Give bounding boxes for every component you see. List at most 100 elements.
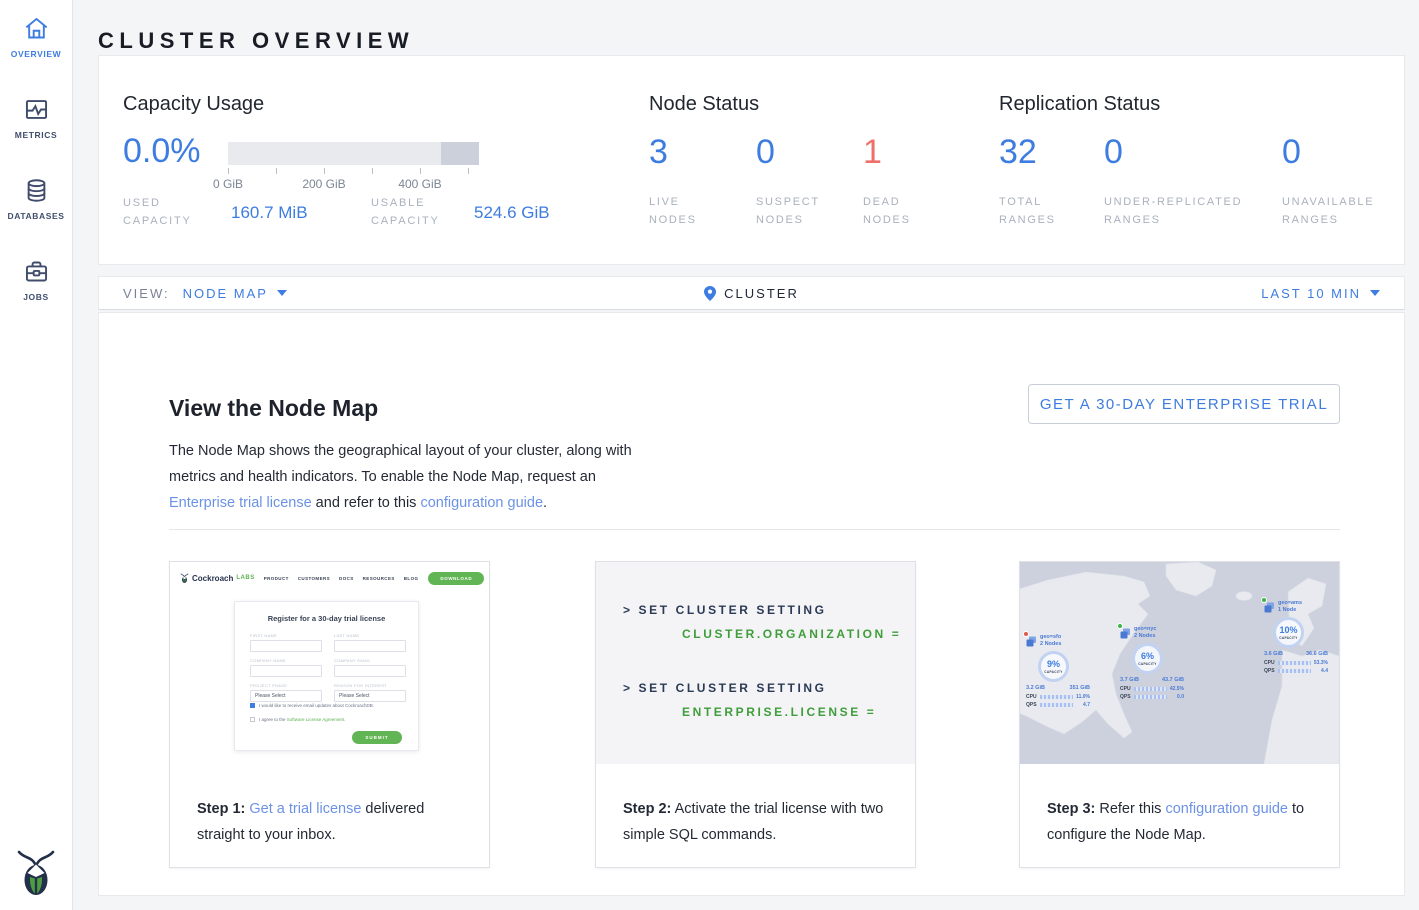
preview-nav-item: CUSTOMERS [298, 576, 330, 581]
capacity-range-row: 3.2 GiB351 GiB [1026, 685, 1090, 691]
sidebar-item-jobs[interactable]: JOBS [0, 243, 72, 324]
stat-value: 0 [1104, 132, 1242, 172]
preview-brand-suffix: LABS [236, 575, 254, 581]
configuration-guide-link[interactable]: configuration guide [420, 495, 543, 511]
sql-code-preview: > SET CLUSTER SETTING CLUSTER.ORGANIZATI… [596, 562, 915, 764]
preview-nav-item: DOCS [339, 576, 354, 581]
locality-name: geo=nyc [1134, 626, 1156, 633]
code-line-command: > SET CLUSTER SETTING [623, 603, 827, 617]
configuration-guide-link[interactable]: configuration guide [1165, 801, 1288, 817]
description-text: . [543, 495, 547, 511]
app-root: OVERVIEW METRICS DATABASES JO [0, 0, 1419, 910]
capacity-range-row: 3.7 GiB43.7 GiB [1120, 677, 1184, 683]
stat-unavailable-ranges: 0 UNAVAILABLE RANGES [1282, 132, 1374, 229]
step-3-caption: Step 3: Refer this configuration guide t… [1020, 764, 1339, 848]
locality-node-count: 2 Nodes [1134, 633, 1156, 639]
preview-checkbox-row: I would like to receive email updates ab… [250, 703, 374, 708]
enterprise-trial-button[interactable]: GET A 30-DAY ENTERPRISE TRIAL [1028, 384, 1340, 424]
sidebar-item-label: DATABASES [7, 211, 64, 221]
preview-text-input [250, 640, 322, 652]
usable-capacity-label: USABLE CAPACITY [371, 194, 440, 230]
node-status-title: Node Status [649, 93, 759, 116]
locality-name: geo=ams [1278, 600, 1302, 607]
chevron-down-icon [1370, 290, 1380, 296]
divider [169, 529, 1340, 530]
stat-label: LIVE NODES [649, 193, 697, 229]
stat-label: SUSPECT NODES [756, 193, 820, 229]
preview-checkbox-label: I agree to the Software License Agreemen… [259, 717, 346, 722]
axis-tick [420, 168, 421, 174]
preview-checkbox-row: I agree to the Software License Agreemen… [250, 717, 346, 722]
preview-field-label: FIRST NAME [250, 633, 322, 638]
axis-tick-label: 0 GiB [213, 177, 243, 191]
node-map-panel: View the Node Map The Node Map shows the… [98, 312, 1405, 896]
axis-tick [324, 168, 325, 174]
replication-status-title: Replication Status [999, 93, 1160, 116]
usable-capacity-value: 524.6 GiB [474, 203, 550, 223]
sidebar-item-databases[interactable]: DATABASES [0, 162, 72, 243]
stat-value: 0 [1282, 132, 1374, 172]
capacity-gauge: 9% CAPACITY [1038, 651, 1069, 682]
stat-label: UNDER-REPLICATED RANGES [1104, 193, 1242, 229]
capacity-gauge: 6% CAPACITY [1132, 643, 1163, 674]
code-line-argument: CLUSTER.ORGANIZATION = [682, 627, 901, 641]
breadcrumb-label: CLUSTER [724, 286, 799, 301]
preview-field-label: REASON FOR INTEREST [334, 683, 406, 688]
time-range-value: LAST 10 MIN [1261, 286, 1361, 301]
axis-tick [276, 168, 277, 174]
map-locality-sfo: geo=sfo2 Nodes 9% CAPACITY 3.2 GiB351 Gi… [1026, 634, 1094, 708]
status-dot-live [1261, 597, 1267, 603]
preview-select-input: Please Select [250, 690, 322, 702]
enterprise-trial-license-link[interactable]: Enterprise trial license [169, 495, 312, 511]
step-card-1: Cockroach LABS PRODUCT CUSTOMERS DOCS RE… [169, 561, 490, 868]
sidebar: OVERVIEW METRICS DATABASES JO [0, 0, 73, 910]
preview-field-label: COMPANY EMAIL [334, 658, 406, 663]
cpu-sparkline [1278, 661, 1311, 665]
capacity-range-row: 3.6 GiB36.6 GiB [1264, 651, 1328, 657]
used-capacity-label: USED CAPACITY [123, 194, 192, 230]
map-locality-ams: geo=ams1 Node 10% CAPACITY 3.6 GiB36.6 G… [1264, 600, 1326, 674]
capacity-bar-tail [441, 142, 479, 165]
qps-row: QPS0.0 [1120, 694, 1184, 700]
cpu-sparkline [1040, 695, 1073, 699]
sidebar-item-label: OVERVIEW [11, 49, 61, 59]
sidebar-item-label: JOBS [23, 292, 49, 302]
axis-tick-label: 200 GiB [302, 177, 345, 191]
preview-field-label: LAST NAME [334, 633, 406, 638]
database-icon [23, 177, 50, 204]
node-map-description: The Node Map shows the geographical layo… [169, 438, 649, 516]
stat-live-nodes: 3 LIVE NODES [649, 132, 697, 229]
get-trial-license-link[interactable]: Get a trial license [249, 801, 361, 817]
cockroach-logo [0, 850, 72, 898]
preview-select-input: Please Select [334, 690, 406, 702]
view-bar: VIEW: NODE MAP CLUSTER LAST 10 MIN [98, 276, 1405, 310]
nodes-cube-icon [1120, 626, 1131, 637]
home-icon [23, 15, 50, 42]
nodes-cube-icon [1026, 634, 1037, 645]
preview-brand-name: Cockroach [192, 574, 233, 583]
sidebar-item-overview[interactable]: OVERVIEW [0, 0, 72, 81]
axis-tick-label: 400 GiB [398, 177, 441, 191]
capacity-used-percent: 0.0% [123, 132, 201, 171]
location-pin-icon [704, 286, 716, 301]
metrics-icon [23, 96, 50, 123]
preview-checkbox-label: I would like to receive email updates ab… [259, 703, 374, 708]
description-text: and refer to this [312, 495, 421, 511]
node-map-preview-image: geo=sfo2 Nodes 9% CAPACITY 3.2 GiB351 Gi… [1020, 562, 1339, 764]
cpu-row: CPU53.3% [1264, 660, 1328, 666]
stat-suspect-nodes: 0 SUSPECT NODES [756, 132, 820, 229]
axis-tick [372, 168, 373, 174]
stat-total-ranges: 32 TOTAL RANGES [999, 132, 1056, 229]
breadcrumb-cluster[interactable]: CLUSTER [99, 277, 1404, 309]
preview-registration-form: Register for a 30-day trial license FIRS… [234, 601, 419, 751]
preview-nav-item: PRODUCT [264, 576, 289, 581]
preview-text-input [334, 665, 406, 677]
capacity-bar [228, 142, 479, 165]
sidebar-item-metrics[interactable]: METRICS [0, 81, 72, 162]
time-range-dropdown[interactable]: LAST 10 MIN [1261, 286, 1380, 301]
preview-checkbox-unchecked [250, 717, 255, 722]
preview-submit-button: SUBMIT [352, 731, 402, 744]
nodes-cube-icon [1264, 600, 1275, 611]
preview-checkbox-checked [250, 703, 255, 708]
stat-label: DEAD NODES [863, 193, 911, 229]
